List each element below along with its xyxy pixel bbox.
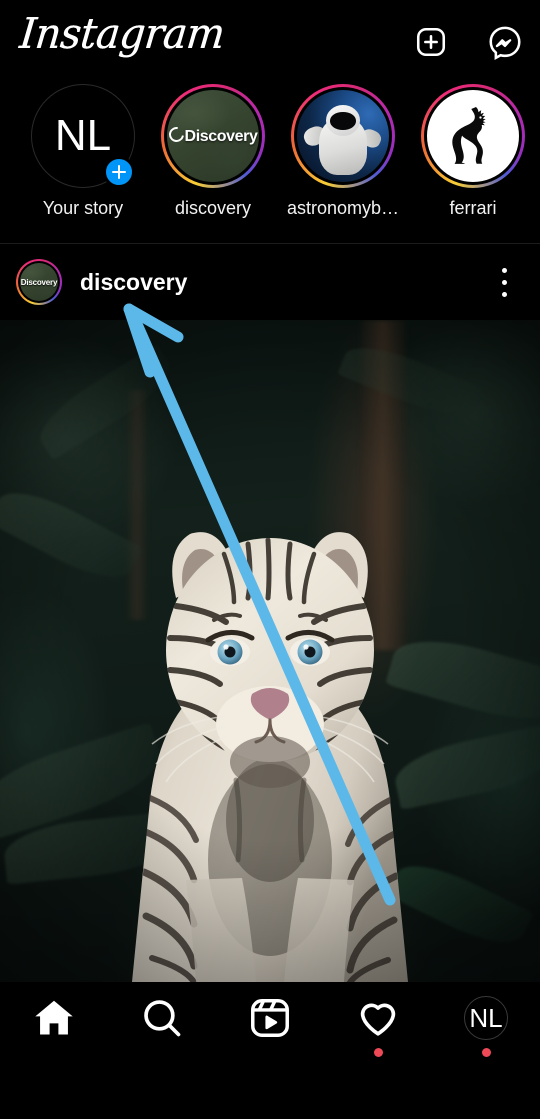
- post-options-menu-icon[interactable]: [484, 260, 524, 304]
- post-author-avatar[interactable]: Discovery: [16, 259, 62, 305]
- profile-avatar-icon: NL: [464, 996, 508, 1040]
- messenger-button[interactable]: [484, 21, 526, 63]
- story-item-astronomyb[interactable]: astronomyb…: [278, 84, 408, 219]
- story-label-your-story: Your story: [42, 198, 124, 218]
- ferrari-prancing-horse-icon: [452, 107, 486, 164]
- photo-vignette: [0, 320, 540, 982]
- nav-activity[interactable]: [324, 996, 432, 1068]
- post-avatar-logo-text: Discovery: [20, 277, 58, 287]
- story-ring-ferrari: [421, 84, 525, 188]
- header-actions: [410, 0, 526, 84]
- stories-tray[interactable]: NL Your story Discovery discovery astron…: [0, 84, 540, 243]
- story-item-discovery[interactable]: Discovery discovery: [148, 84, 278, 219]
- instagram-home-screen: Instagram NL Your story Discovery discov…: [0, 0, 540, 1119]
- avatar-initials: NL: [54, 111, 112, 160]
- nav-profile[interactable]: NL: [432, 996, 540, 1068]
- reels-icon: [251, 999, 289, 1037]
- post-header: Discovery discovery: [0, 244, 540, 320]
- add-story-badge-icon[interactable]: [103, 156, 135, 188]
- new-post-button[interactable]: [410, 21, 452, 63]
- avatar-astronomyb: [297, 90, 389, 182]
- instagram-logo[interactable]: Instagram: [17, 10, 226, 59]
- story-ring-your-story: NL: [31, 84, 135, 188]
- activity-notification-badge: [373, 1048, 383, 1057]
- story-item-your-story[interactable]: NL Your story: [18, 84, 148, 219]
- home-icon: [35, 1000, 73, 1035]
- nav-home[interactable]: [0, 996, 108, 1068]
- story-label-astronomyb: astronomyb…: [286, 198, 400, 218]
- profile-avatar-initials: NL: [469, 1003, 503, 1033]
- messenger-icon: [489, 26, 521, 60]
- astronaut-visor-icon: [330, 112, 356, 130]
- discovery-logo-text: Discovery: [169, 127, 258, 146]
- heart-icon: [360, 1003, 396, 1036]
- nav-reels[interactable]: [216, 996, 324, 1068]
- profile-notification-badge: [481, 1048, 491, 1057]
- app-header: Instagram: [0, 0, 540, 84]
- nav-search[interactable]: [108, 996, 216, 1068]
- bottom-navigation-bar: NL: [0, 982, 540, 1119]
- story-label-discovery: discovery: [174, 198, 252, 218]
- avatar-discovery: Discovery: [167, 90, 259, 182]
- post-avatar-image: Discovery: [20, 263, 58, 301]
- story-label-ferrari: ferrari: [449, 198, 497, 218]
- plus-square-icon: [416, 27, 446, 57]
- story-ring-discovery: Discovery: [161, 84, 265, 188]
- story-ring-astronomyb: [291, 84, 395, 188]
- post-author-username[interactable]: discovery: [80, 269, 187, 296]
- search-icon: [144, 1000, 181, 1037]
- story-item-ferrari[interactable]: ferrari: [408, 84, 538, 219]
- avatar-ferrari: [427, 90, 519, 182]
- post-image[interactable]: [0, 320, 540, 982]
